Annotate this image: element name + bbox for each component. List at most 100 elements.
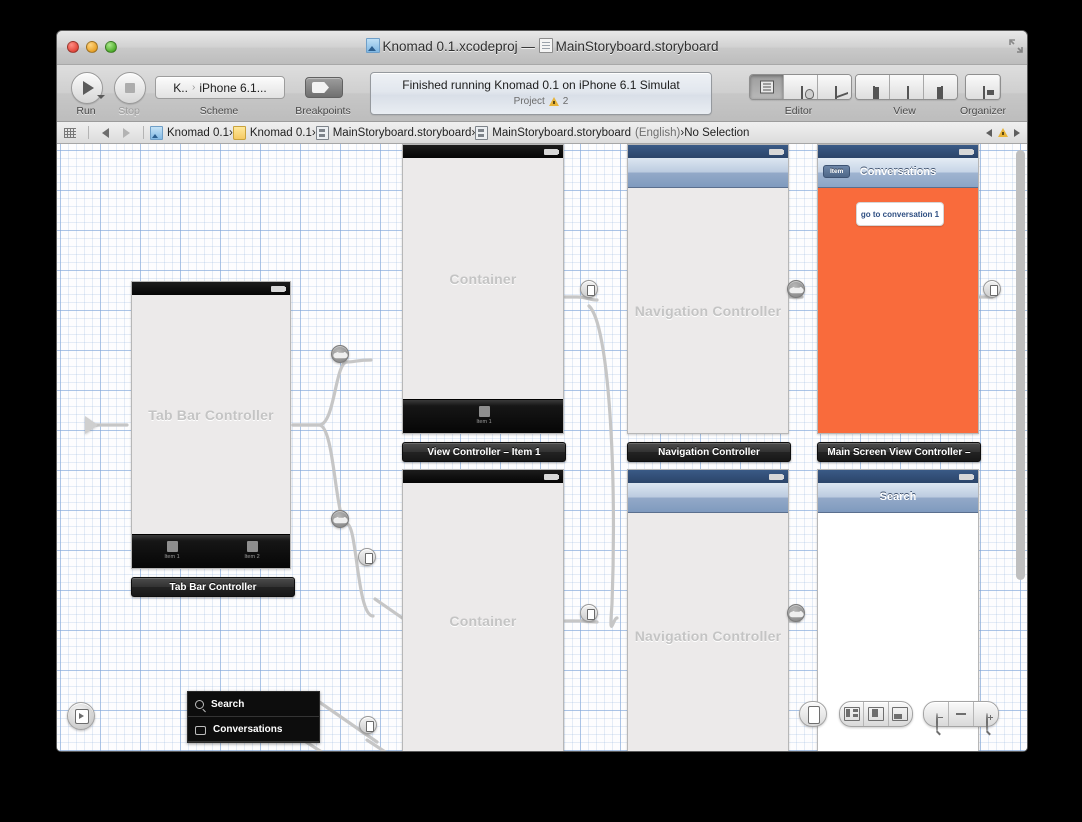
- breadcrumb-project[interactable]: Knomad 0.1: [150, 125, 230, 140]
- navigation-bar: [628, 158, 788, 188]
- nav-top-device[interactable]: Navigation Controller: [627, 144, 789, 434]
- xcode-window: Knomad 0.1.xcodeproj — MainStoryboard.st…: [56, 30, 1028, 752]
- tab-bar-item-1[interactable]: Item 1: [152, 535, 192, 560]
- relationship-segue-badge[interactable]: [331, 510, 349, 528]
- align-bottom-button[interactable]: [889, 702, 912, 726]
- related-items-icon[interactable]: [64, 127, 76, 138]
- zoom-in-button[interactable]: [974, 702, 998, 732]
- editor-assistant-button[interactable]: [784, 75, 818, 99]
- relationship-segue-badge[interactable]: [787, 604, 805, 622]
- tab-bar[interactable]: Item 1 Item 2: [132, 534, 290, 568]
- push-segue-badge[interactable]: [983, 280, 1001, 298]
- container-bottom-device[interactable]: Container: [402, 469, 564, 751]
- scene-name-plate[interactable]: Tab Bar Controller: [131, 577, 295, 597]
- embed-segue-badge[interactable]: [358, 548, 376, 566]
- stop-button[interactable]: [114, 72, 146, 104]
- organizer-button[interactable]: [965, 74, 1001, 100]
- canvas-vertical-scrollbar[interactable]: [1016, 150, 1025, 580]
- relationship-segue-badge[interactable]: [787, 280, 805, 298]
- navigator-pane-icon: [872, 86, 875, 99]
- relationship-segue-badge[interactable]: [331, 345, 349, 363]
- embed-segue-badge[interactable]: [580, 280, 598, 298]
- activity-status-view[interactable]: Finished running Knomad 0.1 on iPhone 6.…: [370, 72, 712, 115]
- status-bar: [628, 145, 788, 158]
- window-fullscreen-icon[interactable]: [1009, 39, 1023, 53]
- zoom-actual-size-button[interactable]: [949, 702, 974, 726]
- scene-name-plate[interactable]: Main Screen View Controller –: [817, 442, 981, 462]
- view-label: View: [893, 105, 916, 117]
- run-button[interactable]: [71, 72, 103, 104]
- status-message: Finished running Knomad 0.1 on iPhone 6.…: [402, 78, 680, 92]
- storyboard-canvas[interactable]: Tab Bar Controller Item 1 Item 2 Tab Bar…: [57, 144, 1027, 751]
- breadcrumb-localized-file[interactable]: MainStoryboard.storyboard (English): [475, 125, 680, 140]
- align-center-icon: [867, 707, 884, 721]
- initial-view-controller-arrow: [85, 416, 98, 434]
- breakpoints-toggle[interactable]: [305, 77, 343, 98]
- zoom-actual-size-icon: [956, 713, 966, 715]
- tab-bar-controller-device[interactable]: Tab Bar Controller Item 1 Item 2: [131, 281, 291, 569]
- organizer-cell[interactable]: [966, 75, 999, 99]
- previous-issue-button[interactable]: [986, 128, 992, 137]
- breadcrumb-file-label: MainStoryboard.storyboard: [332, 126, 472, 139]
- status-bar: [818, 470, 978, 483]
- scheme-selector[interactable]: K.. › iPhone 6.1...: [155, 76, 285, 99]
- zoom-controls[interactable]: [923, 701, 999, 732]
- table-cell-conversations[interactable]: Conversations: [188, 717, 319, 742]
- navigation-bar: Item Conversations: [818, 158, 978, 188]
- run-menu-caret-icon[interactable]: [97, 95, 105, 99]
- utilities-pane-icon: [940, 86, 943, 99]
- go-back-button[interactable]: [102, 127, 109, 138]
- go-to-conversation-button[interactable]: go to conversation 1: [856, 202, 944, 226]
- scene-canvas-label: Navigation Controller: [634, 627, 782, 644]
- toggle-navigator-button[interactable]: [856, 75, 890, 99]
- container-top-device[interactable]: Container Item 1: [402, 144, 564, 434]
- breadcrumb-selection[interactable]: No Selection: [684, 127, 749, 139]
- embed-segue-badge[interactable]: [359, 716, 377, 734]
- tab-bar-item-1[interactable]: Item 1: [464, 400, 504, 425]
- go-forward-button[interactable]: [123, 127, 130, 138]
- tab-bar[interactable]: Item 1: [403, 399, 563, 433]
- breadcrumb-project-label: Knomad 0.1: [167, 126, 230, 139]
- battery-icon: [544, 149, 558, 155]
- conversations-device[interactable]: Item Conversations go to conversation 1: [817, 144, 979, 434]
- navigation-bar: Search: [818, 483, 978, 513]
- scene-name-plate[interactable]: Navigation Controller: [627, 442, 791, 462]
- editor-standard-button[interactable]: [750, 75, 784, 99]
- align-left-button[interactable]: [840, 702, 865, 726]
- nav-bottom-device[interactable]: Navigation Controller: [627, 469, 789, 751]
- toggle-utilities-button[interactable]: [924, 75, 957, 99]
- table-cell-search[interactable]: Search: [188, 692, 319, 717]
- editor-mode-segmented-control[interactable]: [749, 74, 852, 100]
- auto-layout-controls[interactable]: [839, 701, 913, 727]
- navigation-bar: [628, 483, 788, 513]
- embed-segue-badge[interactable]: [580, 604, 598, 622]
- breadcrumb-group[interactable]: Knomad 0.1: [232, 125, 312, 140]
- content-area: Navigation Controller: [628, 188, 788, 433]
- scene-name-plate[interactable]: View Controller – Item 1: [402, 442, 566, 462]
- warning-count: 2: [562, 96, 569, 107]
- tab-bar-item-2[interactable]: Item 2: [232, 535, 272, 560]
- organizer-label: Organizer: [959, 105, 1007, 117]
- zoom-out-button[interactable]: [924, 702, 949, 732]
- main-toolbar: K.. › iPhone 6.1... Run Stop Scheme Brea…: [57, 65, 1027, 122]
- editor-version-button[interactable]: [818, 75, 851, 99]
- content-area: Tab Bar Controller: [132, 295, 290, 535]
- scheme-destination-name: iPhone 6.1...: [199, 80, 267, 95]
- align-center-button[interactable]: [864, 702, 889, 726]
- magnifier-icon: [195, 700, 204, 709]
- warning-triangle-icon: [998, 128, 1008, 137]
- debug-pane-icon: [906, 86, 909, 99]
- content-area: go to conversation 1: [818, 188, 978, 433]
- device-orientation-button[interactable]: [799, 701, 827, 727]
- breadcrumb-file[interactable]: MainStoryboard.storyboard: [315, 125, 472, 140]
- view-panels-segmented-control[interactable]: [855, 74, 958, 100]
- table-view-cells-overlay[interactable]: Search Conversations: [187, 691, 320, 743]
- next-issue-button[interactable]: [1014, 128, 1020, 137]
- status-context: Project: [513, 96, 545, 107]
- jump-bar-issue-nav: [986, 128, 1027, 137]
- scene-canvas-label: Container: [449, 271, 517, 287]
- breakpoints-label: Breakpoints: [295, 105, 351, 117]
- standard-editor-icon: [759, 80, 774, 94]
- toggle-debug-area-button[interactable]: [890, 75, 924, 99]
- document-outline-toggle[interactable]: [67, 702, 95, 730]
